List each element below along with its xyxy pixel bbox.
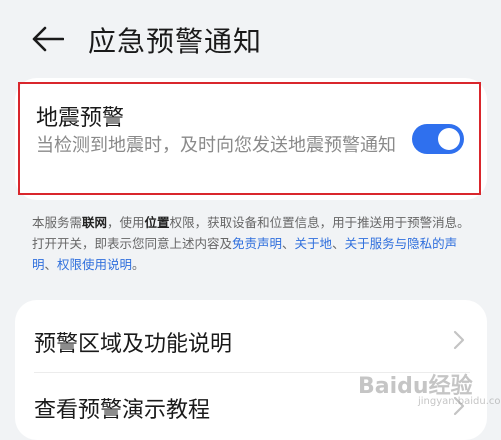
service-notice: 本服务需联网，使用位置权限，获取设备和位置信息，用于推送用于预警消息。打开开关，… <box>32 212 470 275</box>
earthquake-warning-description: 当检测到地震时，及时向您发送地震预警通知 <box>36 135 396 156</box>
notice-separator: 、 <box>44 257 58 272</box>
page-title: 应急预警通知 <box>88 25 263 58</box>
notice-separator: 、 <box>282 236 295 251</box>
notice-text: 权限，获取设备和位置信息，用于推送 <box>169 215 383 230</box>
about-earthquake-link[interactable]: 关于地 <box>295 236 333 251</box>
header: 应急预警通知 <box>0 0 501 80</box>
watermark-sub: jingyan.baidu.com <box>418 396 501 407</box>
earthquake-warning-title: 地震预警 <box>36 106 125 131</box>
notice-network: 联网 <box>82 215 108 230</box>
back-arrow-icon[interactable] <box>32 26 64 52</box>
notice-text: 本服务需 <box>32 215 83 230</box>
earthquake-warning-toggle[interactable] <box>412 124 464 154</box>
warning-area-info-item[interactable]: 预警区域及功能说明 <box>34 326 232 358</box>
disclaimer-link[interactable]: 免责声明 <box>232 236 282 251</box>
toggle-knob <box>438 128 460 150</box>
notice-text: ，使用 <box>107 215 145 230</box>
demo-tutorial-item[interactable]: 查看预警演示教程 <box>34 392 210 424</box>
permission-usage-link[interactable]: 权限使用说明 <box>57 257 132 272</box>
chevron-right-icon <box>453 330 465 350</box>
notice-location: 位置 <box>144 215 170 230</box>
notice-text: 。 <box>132 257 145 272</box>
notice-separator: 、 <box>332 236 345 251</box>
